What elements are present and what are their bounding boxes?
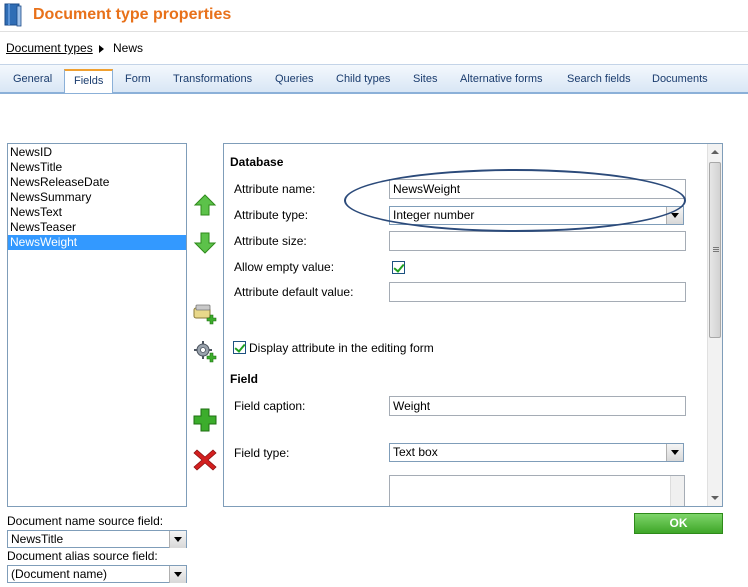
- tab-queries[interactable]: Queries: [275, 73, 314, 85]
- document-name-source-select[interactable]: NewsTitle: [7, 530, 187, 548]
- attribute-type-value: Integer number: [393, 208, 475, 222]
- attribute-name-label: Attribute name:: [234, 182, 316, 196]
- tab-alternative-forms[interactable]: Alternative forms: [460, 73, 543, 85]
- field-caption-input[interactable]: [389, 396, 686, 416]
- new-attribute-icon[interactable]: [193, 302, 217, 326]
- document-type-icon: [4, 3, 22, 27]
- tab-search-fields[interactable]: Search fields: [567, 73, 631, 85]
- attribute-name-input[interactable]: [389, 179, 686, 199]
- allow-empty-checkbox[interactable]: [392, 261, 405, 274]
- tab-form[interactable]: Form: [125, 73, 151, 85]
- list-item[interactable]: NewsReleaseDate: [8, 175, 186, 190]
- field-list[interactable]: NewsID NewsTitle NewsReleaseDate NewsSum…: [7, 143, 187, 507]
- display-in-form-label: Display attribute in the editing form: [249, 341, 434, 355]
- tab-bar: General Fields Form Transformations Quer…: [0, 64, 748, 94]
- tab-fields[interactable]: Fields: [64, 69, 114, 93]
- plus-icon[interactable]: [193, 408, 217, 432]
- document-name-source-label: Document name source field:: [7, 514, 164, 528]
- field-type-label: Field type:: [234, 446, 290, 460]
- tab-documents[interactable]: Documents: [652, 73, 708, 85]
- tab-general[interactable]: General: [13, 73, 52, 85]
- breadcrumb-current: News: [113, 41, 144, 55]
- field-caption-label: Field caption:: [234, 399, 306, 413]
- chevron-down-icon[interactable]: [666, 207, 683, 224]
- ok-button[interactable]: OK: [634, 513, 723, 534]
- header: Document type properties: [0, 0, 748, 32]
- field-properties-panel: Database Attribute name: Attribute type:…: [223, 143, 723, 507]
- list-item[interactable]: NewsSummary: [8, 190, 186, 205]
- breadcrumb-arrow-icon: [99, 45, 104, 53]
- new-category-icon[interactable]: [193, 339, 217, 363]
- scroll-thumb[interactable]: [709, 162, 721, 338]
- textarea-scrollbar[interactable]: [670, 476, 684, 506]
- field-extra-textarea[interactable]: [389, 475, 685, 506]
- allow-empty-label: Allow empty value:: [234, 260, 335, 274]
- breadcrumb: Document types News: [0, 32, 748, 64]
- tab-transformations[interactable]: Transformations: [173, 73, 252, 85]
- properties-scrollbar[interactable]: [707, 144, 722, 506]
- document-name-source-value: NewsTitle: [11, 532, 64, 546]
- attribute-type-select[interactable]: Integer number: [389, 206, 684, 225]
- page-title: Document type properties: [33, 6, 232, 23]
- attribute-size-input[interactable]: [389, 231, 686, 251]
- chevron-down-icon[interactable]: [666, 444, 683, 461]
- document-alias-source-select[interactable]: (Document name): [7, 565, 187, 583]
- default-value-label: Attribute default value:: [234, 285, 354, 299]
- document-alias-source-label: Document alias source field:: [7, 549, 158, 563]
- chevron-down-icon[interactable]: [169, 531, 186, 548]
- database-heading: Database: [230, 155, 284, 169]
- list-item[interactable]: NewsText: [8, 205, 186, 220]
- display-in-form-checkbox[interactable]: [233, 341, 246, 354]
- arrow-up-icon[interactable]: [193, 193, 217, 217]
- attribute-type-label: Attribute type:: [234, 208, 309, 222]
- tab-sites[interactable]: Sites: [413, 73, 437, 85]
- breadcrumb-document-types-link[interactable]: Document types: [6, 41, 93, 55]
- scroll-down-icon[interactable]: [708, 490, 722, 506]
- chevron-down-icon[interactable]: [169, 566, 186, 583]
- list-item[interactable]: NewsID: [8, 145, 186, 160]
- delete-icon[interactable]: [193, 448, 217, 472]
- arrow-down-icon[interactable]: [193, 231, 217, 255]
- document-alias-source-value: (Document name): [11, 567, 108, 581]
- tab-child-types[interactable]: Child types: [336, 73, 390, 85]
- list-item-selected[interactable]: NewsWeight: [8, 235, 186, 250]
- attribute-size-label: Attribute size:: [234, 234, 307, 248]
- list-item[interactable]: NewsTitle: [8, 160, 186, 175]
- default-value-input[interactable]: [389, 282, 686, 302]
- list-item[interactable]: NewsTeaser: [8, 220, 186, 235]
- field-type-select[interactable]: Text box: [389, 443, 684, 462]
- scroll-up-icon[interactable]: [708, 144, 722, 160]
- field-heading: Field: [230, 372, 259, 386]
- field-type-value: Text box: [393, 445, 438, 459]
